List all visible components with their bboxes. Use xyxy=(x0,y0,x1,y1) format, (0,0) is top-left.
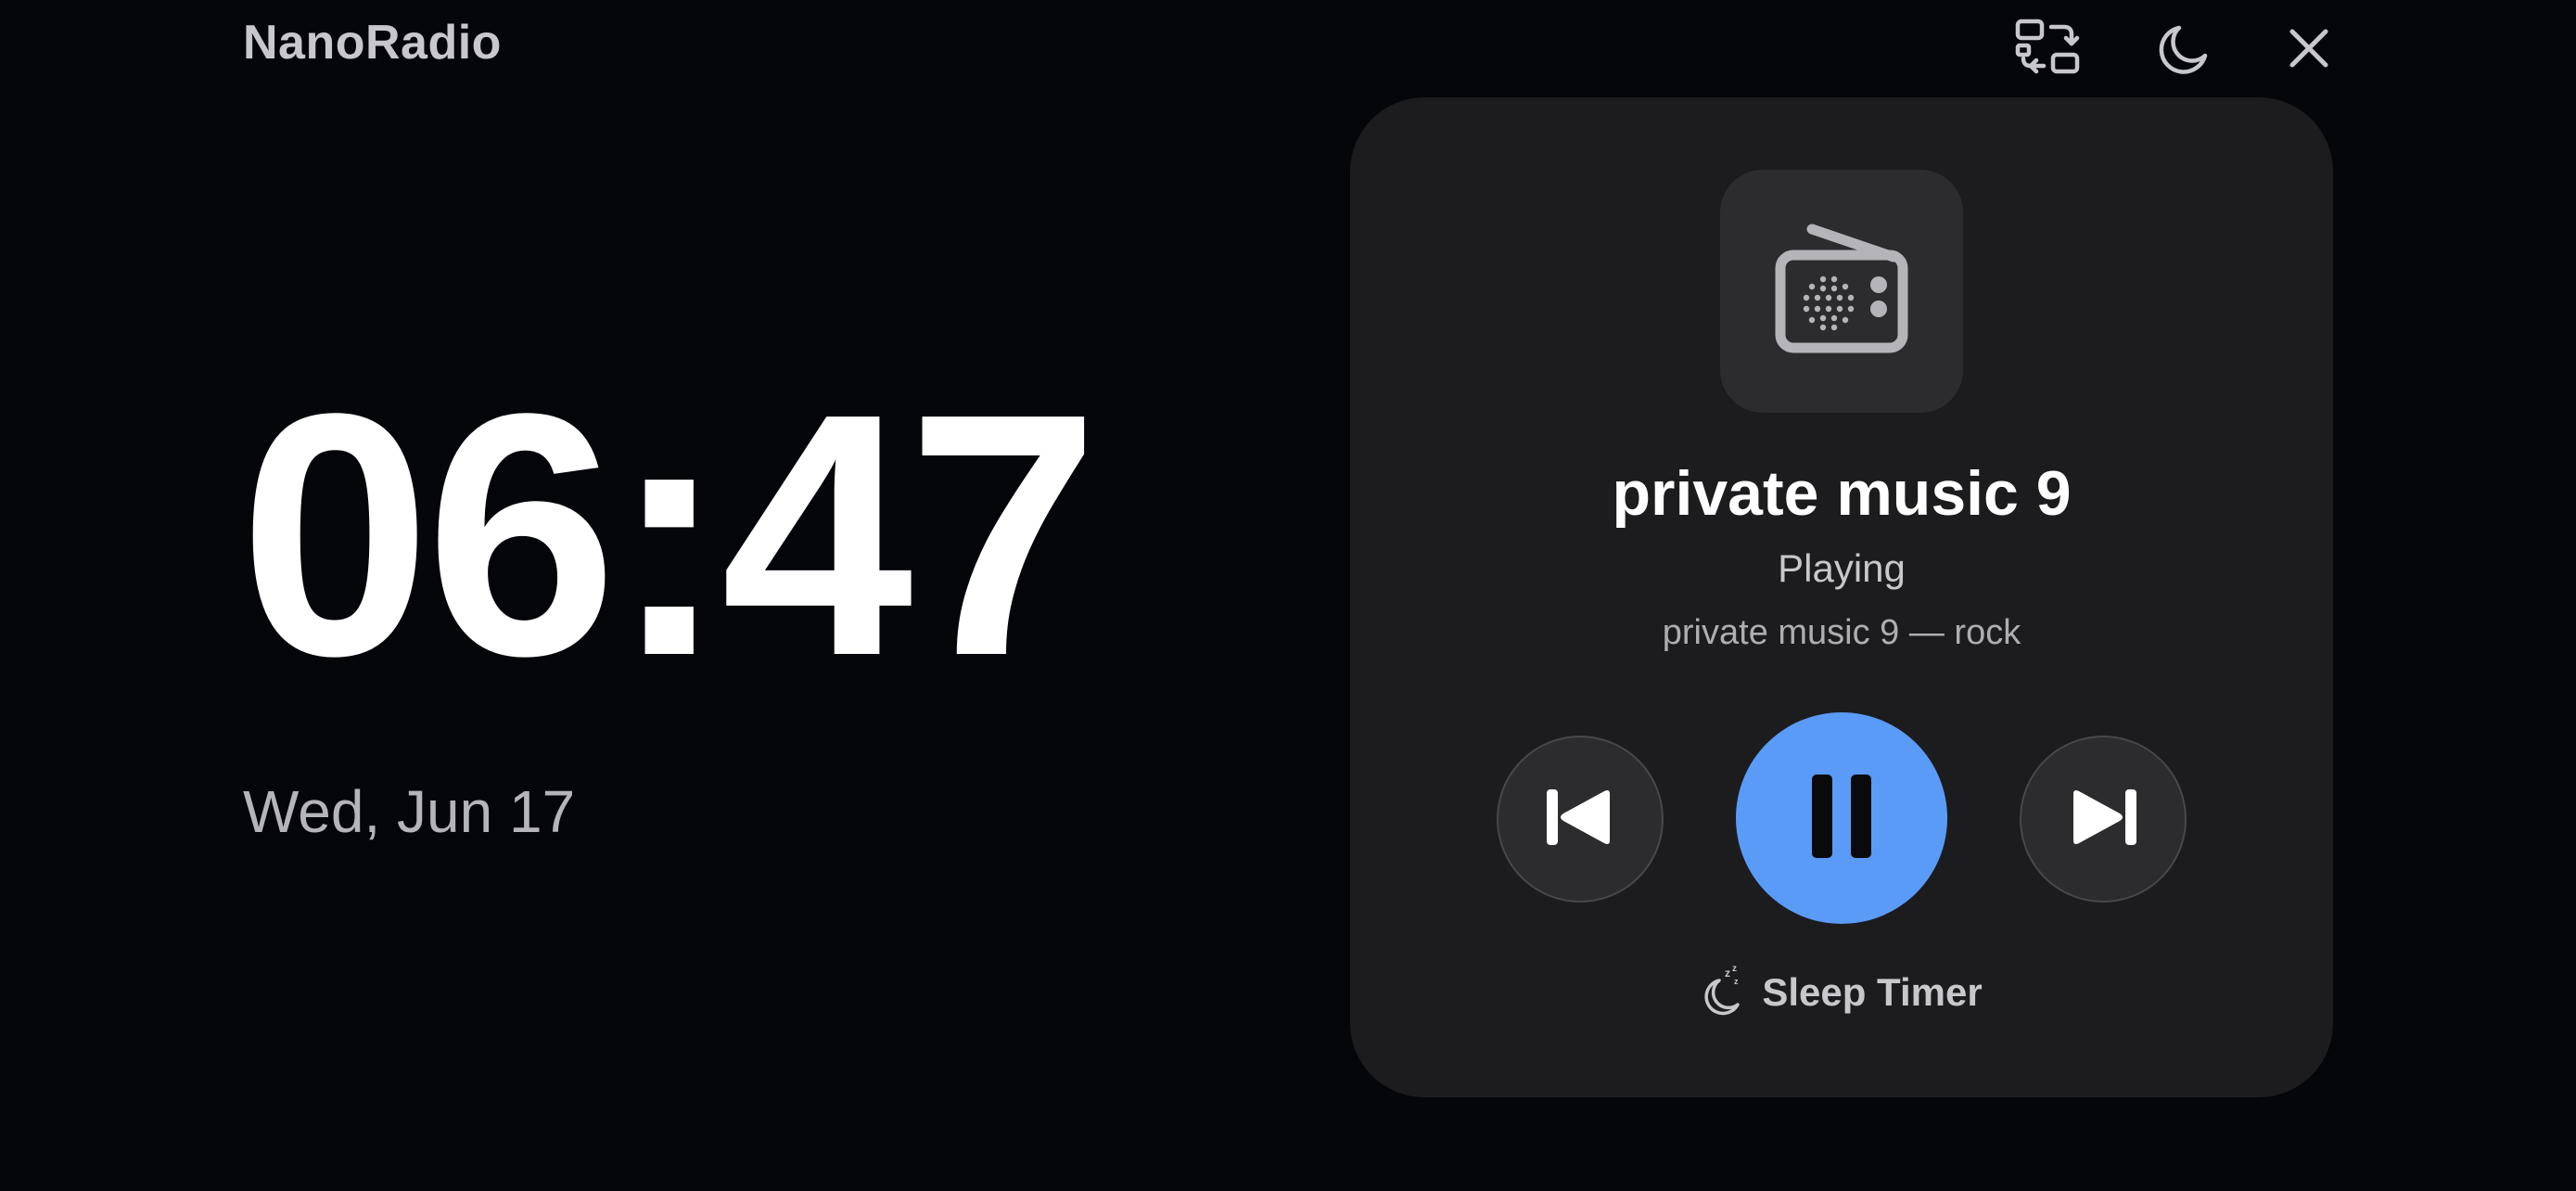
clock-time: 06:47 xyxy=(239,341,1099,727)
svg-text:z: z xyxy=(1725,967,1730,980)
close-icon[interactable] xyxy=(2276,15,2342,82)
app-title: NanoRadio xyxy=(243,16,502,70)
now-playing-screen: NanoRadio 06:47 Wed, Jun 17 private musi… xyxy=(0,0,2576,1191)
sleep-moon-icon: z z z xyxy=(1701,964,1745,1020)
switch-layout-icon[interactable] xyxy=(2014,15,2081,82)
svg-text:z: z xyxy=(1732,964,1737,974)
next-button[interactable] xyxy=(2020,736,2187,903)
moon-icon[interactable] xyxy=(2151,15,2218,82)
pause-button[interactable] xyxy=(1736,712,1947,924)
playback-status: Playing xyxy=(1778,546,1906,590)
previous-button[interactable] xyxy=(1497,736,1664,903)
station-name: private music 9 xyxy=(1612,458,2072,529)
skip-back-icon xyxy=(1543,787,1617,852)
player-card: private music 9 Playing private music 9 … xyxy=(1350,97,2333,1097)
pause-icon xyxy=(1808,773,1875,864)
clock-date: Wed, Jun 17 xyxy=(243,778,576,845)
sleep-timer-label: Sleep Timer xyxy=(1762,969,1983,1014)
station-artwork xyxy=(1720,170,1963,413)
skip-forward-icon xyxy=(2066,787,2140,852)
sleep-timer-button[interactable]: z z z Sleep Timer xyxy=(1350,964,2333,1020)
station-subtitle: private music 9 — rock xyxy=(1662,613,2021,652)
radio-icon xyxy=(1773,224,1910,360)
svg-text:z: z xyxy=(1734,977,1739,986)
